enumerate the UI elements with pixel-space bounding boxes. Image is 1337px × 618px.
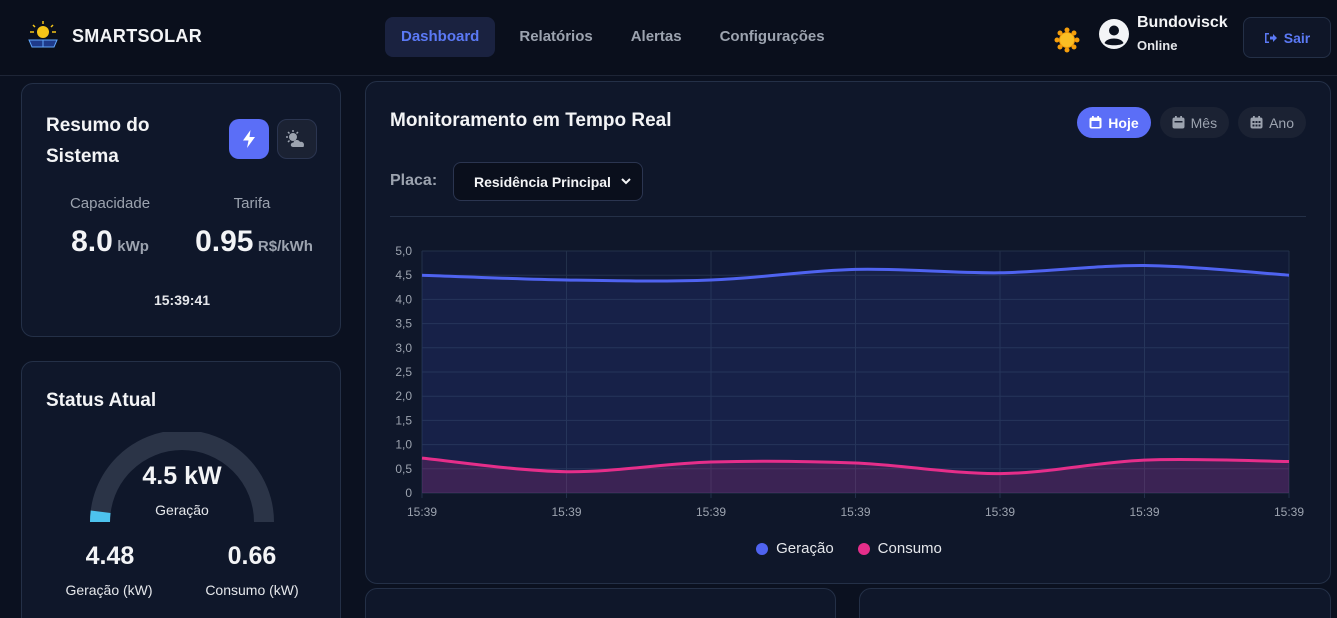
range-ano-button[interactable]: Ano (1238, 107, 1306, 138)
y-tick-label: 4,5 (395, 268, 412, 282)
gauge-value: 4.5 kW (142, 462, 222, 490)
capacity-value: 8.0 (71, 225, 113, 258)
range-selector: Hoje Mês Ano (1077, 107, 1306, 138)
y-tick-label: 1,5 (395, 413, 412, 427)
brand-name: SMARTSOLAR (72, 25, 202, 46)
power-mode-button[interactable] (229, 119, 269, 159)
logout-icon (1264, 32, 1277, 43)
capacity-unit: kWp (117, 238, 149, 255)
gauge-label: Geração (155, 502, 209, 518)
weather-mode-button[interactable] (277, 119, 317, 159)
y-tick-label: 1,0 (395, 438, 412, 452)
y-tick-label: 3,0 (395, 341, 412, 355)
bottom-card-right (859, 588, 1331, 618)
generation-kw-label: Geração (kW) (65, 582, 153, 598)
capacity-label: Capacidade (69, 195, 151, 212)
theme-sun-icon[interactable] (1054, 27, 1080, 53)
main-nav: Dashboard Relatórios Alertas Configuraçõ… (385, 17, 841, 57)
y-tick-label: 0 (405, 486, 412, 500)
current-time: 15:39:41 (153, 292, 211, 308)
x-tick-label: 15:39 (551, 505, 581, 519)
legend-geracao[interactable]: Geração (756, 540, 834, 557)
generation-kw-value: 4.48 (85, 542, 135, 570)
nav-dashboard[interactable]: Dashboard (385, 17, 496, 57)
logout-button[interactable]: Sair (1243, 17, 1331, 58)
x-tick-label: 15:39 (696, 505, 726, 519)
logout-label: Sair (1283, 29, 1311, 46)
placa-select-value: Residência Principal (474, 173, 611, 190)
y-tick-label: 5,0 (395, 244, 412, 258)
legend-consumo[interactable]: Consumo (857, 540, 942, 557)
consumption-kw-value: 0.66 (227, 542, 277, 570)
y-tick-label: 3,5 (395, 317, 412, 331)
y-tick-label: 4,0 (395, 292, 412, 306)
tariff-metric: 0.95 R$/kWh (174, 225, 334, 259)
lightning-icon (243, 130, 255, 148)
legend-consumo-dot (857, 542, 870, 555)
chart-legend: Geração Consumo (366, 540, 1332, 557)
placa-label: Placa: (390, 172, 438, 189)
bottom-card-left (365, 588, 836, 618)
y-tick-label: 2,5 (395, 365, 412, 379)
range-hoje-label: Hoje (1108, 114, 1139, 131)
x-tick-label: 15:39 (407, 505, 437, 519)
range-mes-label: Mês (1190, 114, 1218, 131)
calendar-icon (1089, 116, 1102, 129)
chevron-down-icon (621, 178, 631, 185)
monitor-title: Monitoramento em Tempo Real (390, 110, 672, 131)
x-tick-label: 15:39 (1129, 505, 1159, 519)
y-tick-label: 2,0 (395, 389, 412, 403)
consumption-kw-label: Consumo (kW) (205, 582, 299, 598)
range-mes-button[interactable]: Mês (1159, 107, 1230, 138)
range-hoje-button[interactable]: Hoje (1077, 107, 1151, 138)
brand[interactable]: SMARTSOLAR (24, 20, 202, 52)
legend-consumo-label: Consumo (877, 540, 942, 557)
placa-select[interactable]: Residência Principal (453, 162, 643, 201)
user-avatar-icon (1099, 18, 1129, 49)
weather-sun-cloud-icon (286, 130, 305, 147)
x-tick-label: 15:39 (1274, 505, 1304, 519)
legend-geracao-label: Geração (776, 540, 834, 557)
realtime-line-chart: 5,0 4,5 4,0 3,5 3,0 2,5 2,0 1,5 1,0 0,5 0 15:39 15:3… (395, 244, 1304, 519)
top-header: SMARTSOLAR Dashboard Relatórios Alertas … (0, 0, 1337, 76)
x-tick-label: 15:39 (840, 505, 870, 519)
solar-logo-icon (28, 21, 58, 48)
calendar-grid-icon (1250, 116, 1263, 129)
user-status: Online (1137, 38, 1178, 53)
status-title: Status Atual (46, 390, 157, 411)
divider (390, 216, 1306, 217)
tariff-value: 0.95 (195, 225, 254, 258)
nav-configuracoes[interactable]: Configurações (704, 17, 841, 57)
user-name: Bundovisck (1137, 14, 1228, 31)
system-summary-card: Resumo do Sistema Capacidade Tarifa 8.0 … (21, 83, 341, 337)
summary-title: Resumo do Sistema (46, 115, 150, 167)
tariff-label: Tarifa (233, 195, 271, 212)
current-status-card: Status Atual 4.5 kW Geração 4.48 0.66 Ge… (21, 361, 341, 618)
range-ano-label: Ano (1269, 114, 1294, 131)
nav-relatorios[interactable]: Relatórios (503, 17, 608, 57)
legend-geracao-dot (756, 542, 769, 555)
x-tick-label: 15:39 (985, 505, 1015, 519)
calendar-icon (1172, 116, 1185, 129)
user-profile[interactable]: Bundovisck Online (1099, 14, 1228, 53)
nav-alertas[interactable]: Alertas (615, 17, 698, 57)
y-tick-label: 0,5 (395, 462, 412, 476)
tariff-unit: R$/kWh (257, 238, 313, 255)
capacity-metric: 8.0 kWp (30, 225, 190, 259)
realtime-monitor-card: Monitoramento em Tempo Real Hoje Mês Ano… (365, 81, 1331, 584)
